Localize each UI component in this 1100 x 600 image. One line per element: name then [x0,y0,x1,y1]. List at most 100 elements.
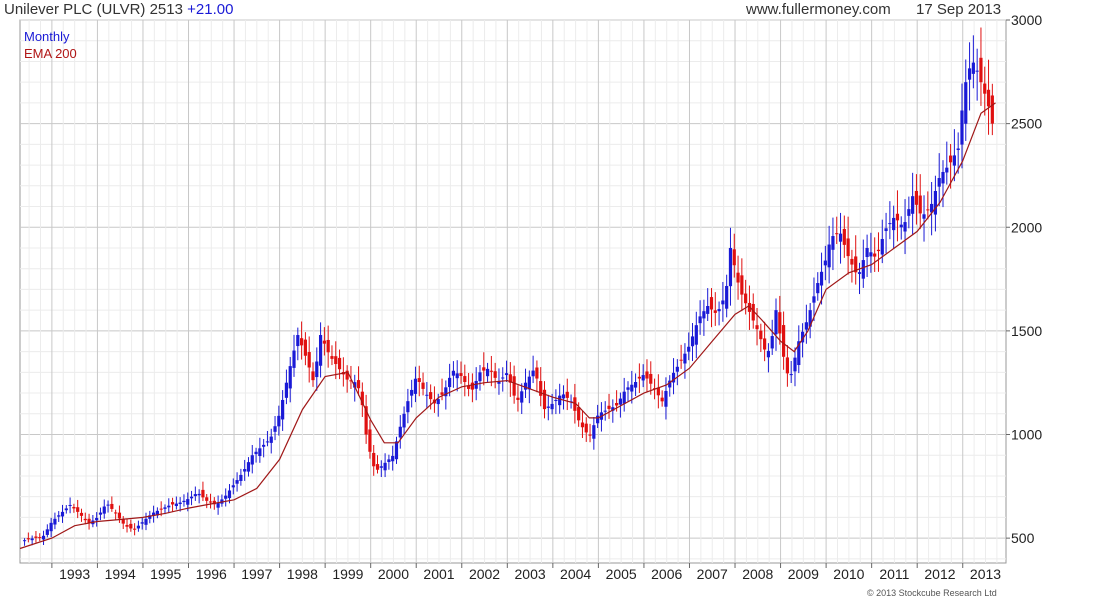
x-tick-label: 2010 [833,566,864,582]
candle-body [60,511,65,517]
candle-body [709,297,714,310]
candle-body [394,441,399,460]
candle-body [531,370,535,377]
price-chart: 500 1000 1500 2000 2500 3000 1993 1994 1995 1996… [19,12,1042,598]
candle-body [455,373,459,379]
candle-body [95,517,99,521]
candle-body [379,466,383,468]
candle-body [725,285,729,309]
x-axis: 1993 1994 1995 1996 1997 1998 1999 2000 2001 2002… [51,563,1001,582]
candle-body [527,376,531,390]
candle-body [368,429,372,452]
candle-body [201,489,205,498]
candle-body [804,322,808,330]
candle-body [945,167,949,173]
candle-body [98,512,103,515]
candle-body [952,155,956,166]
candle-body [53,518,57,525]
candle-body [102,506,106,514]
candle-body [535,367,539,379]
candle-body [140,522,144,524]
candle-body [907,209,911,216]
candle-body [607,405,611,409]
candle-body [516,397,520,400]
candle-body [425,394,429,396]
candle-body [698,316,702,324]
candle-body [546,406,550,408]
candle-body [281,399,285,420]
candle-body [823,260,827,266]
candle-body [284,382,289,398]
candle-body [448,377,452,388]
candle-body [884,228,888,232]
candle-body [497,381,501,384]
candle-body [246,462,251,472]
candle-body [410,389,414,396]
candle-body [561,394,566,399]
candle-body [857,272,862,274]
candle-body [45,529,49,535]
candle-body [38,537,42,539]
candle-body [315,361,319,378]
candle-body [64,508,68,511]
candle-body [205,497,209,501]
candle-body [702,311,706,319]
candle-body [869,252,873,257]
candle-body [26,538,30,540]
candle-body [72,506,76,509]
candle-body [588,434,592,436]
candle-body [763,338,767,350]
candle-body [277,415,281,427]
candle-body [262,444,266,447]
candle-body [57,515,61,517]
legend-monthly: Monthly [24,29,70,44]
candle-body [580,422,585,428]
x-tick-label: 2009 [788,566,819,582]
x-tick-label: 2007 [697,566,728,582]
candle-body [129,523,133,529]
candle-body [873,253,877,257]
candle-body [322,340,326,344]
candle-body [288,366,292,389]
candle-body [899,224,903,228]
candle-body [550,403,554,410]
candle-body [254,451,258,455]
candle-body [846,238,850,257]
candle-body [391,455,395,462]
candle-body [167,505,171,508]
candle-body [706,306,710,314]
candle-body [645,371,649,379]
candle-body [303,339,308,356]
candle-body [649,373,653,384]
candle-body [174,503,178,507]
candle-body [300,338,304,346]
candle-body [694,325,698,345]
candle-body [459,373,463,376]
candle-body [922,214,926,219]
candle-body [30,538,34,541]
candle-body [603,410,607,412]
x-tick-label: 2006 [651,566,682,582]
candle-body [778,312,782,334]
candle-body [197,493,201,496]
candle-body [334,356,338,365]
candle-body [83,518,87,521]
candle-body [717,309,721,312]
candle-body [744,293,748,304]
candle-body [79,512,84,516]
candle-body [592,425,596,439]
candle-body [986,89,991,107]
candle-body [318,335,323,366]
candle-body [208,501,213,503]
candle-body [383,462,387,471]
candle-body [337,357,342,370]
x-tick-label: 2001 [423,566,454,582]
candle-body [793,357,797,372]
candle-body [159,508,163,510]
candle-body [470,382,474,390]
candle-body [178,502,182,505]
candle-body [451,370,456,376]
candle-body [964,82,968,124]
candle-body [633,382,638,388]
candle-body [713,310,717,313]
